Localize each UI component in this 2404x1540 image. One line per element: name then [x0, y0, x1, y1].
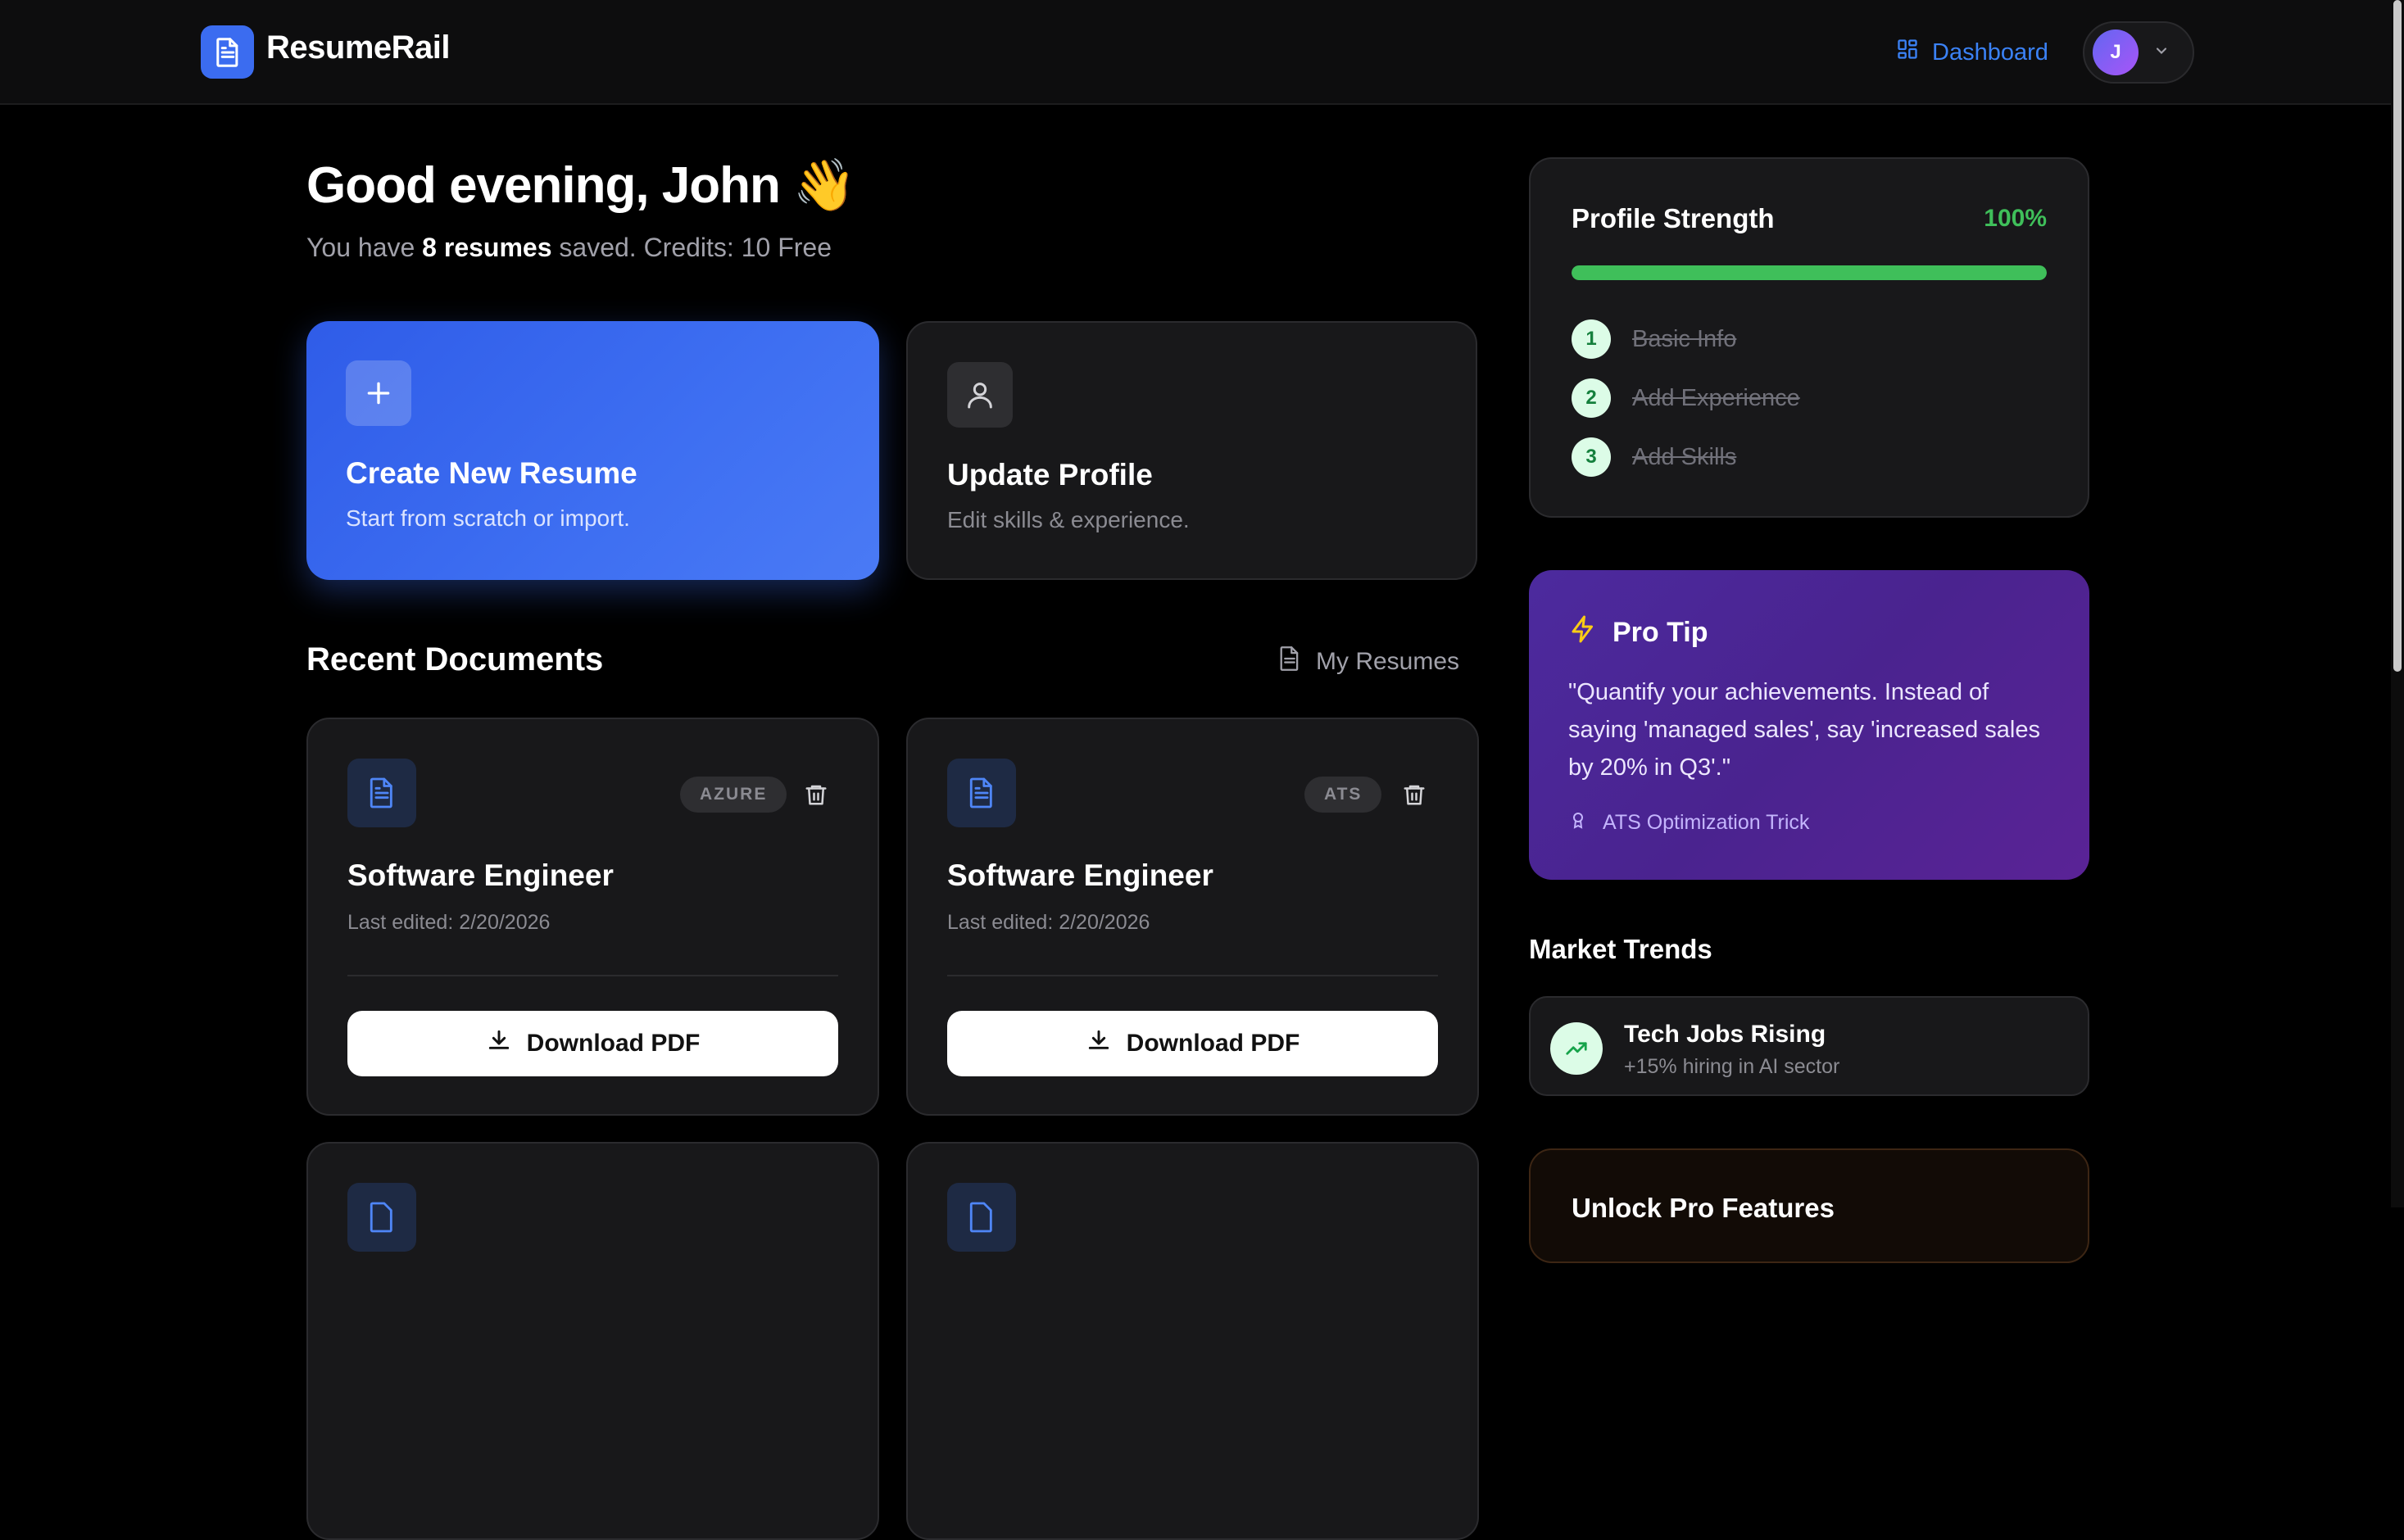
download-pdf-button[interactable]: Download PDF	[947, 1011, 1438, 1076]
document-card[interactable]	[906, 1142, 1479, 1540]
plus-icon	[346, 360, 411, 426]
document-date: Last edited: 2/20/2026	[947, 911, 1150, 934]
user-menu-button[interactable]: J	[2083, 21, 2194, 84]
top-navbar: ResumeRail Dashboard J	[0, 0, 2404, 105]
my-resumes-link[interactable]: My Resumes	[1278, 645, 1459, 678]
create-resume-title: Create New Resume	[346, 456, 637, 490]
divider	[347, 975, 838, 976]
trash-icon[interactable]	[1399, 780, 1429, 809]
checklist-item[interactable]: 1 Basic Info	[1572, 319, 1736, 359]
update-profile-card[interactable]: Update Profile Edit skills & experience.	[906, 321, 1477, 580]
scrollbar-thumb[interactable]	[2393, 0, 2402, 672]
waving-hand-emoji: 👋	[792, 157, 856, 214]
step-label: Basic Info	[1632, 325, 1737, 352]
greeting-subtitle: You have 8 resumes saved. Credits: 10 Fr…	[306, 233, 832, 263]
status-badge: ATS	[1304, 777, 1382, 813]
step-label: Add Experience	[1632, 384, 1800, 411]
download-pdf-button[interactable]: Download PDF	[347, 1011, 838, 1076]
logo-document-icon[interactable]	[201, 25, 254, 79]
pro-tip-quote: "Quantify your achievements. Instead of …	[1568, 679, 2040, 781]
award-icon	[1568, 809, 1588, 836]
trend-subtitle: +15% hiring in AI sector	[1624, 1055, 1840, 1078]
trending-up-icon	[1550, 1022, 1603, 1075]
pro-tip-header: Pro Tip	[1568, 613, 1708, 652]
dashboard-label: Dashboard	[1932, 38, 2048, 66]
checklist-item[interactable]: 2 Add Experience	[1572, 378, 1800, 418]
trend-card[interactable]: Tech Jobs Rising +15% hiring in AI secto…	[1529, 996, 2089, 1096]
update-profile-desc: Edit skills & experience.	[947, 507, 1190, 532]
subtitle-prefix: You have	[306, 233, 423, 262]
brand-name[interactable]: ResumeRail	[266, 29, 450, 66]
resume-count: 8 resumes	[422, 233, 552, 262]
step-number: 3	[1572, 437, 1611, 477]
trend-title: Tech Jobs Rising	[1624, 1021, 1826, 1048]
user-icon	[947, 362, 1013, 428]
document-title: Software Engineer	[347, 858, 614, 892]
step-label: Add Skills	[1632, 443, 1737, 470]
document-card[interactable]: AZURE Software Engineer Last edited: 2/2…	[306, 718, 879, 1116]
profile-strength-title: Profile Strength	[1572, 203, 1775, 233]
step-number: 1	[1572, 319, 1611, 359]
pro-tip-tag-label: ATS Optimization Trick	[1603, 811, 1810, 834]
chevron-down-icon	[2153, 43, 2170, 63]
progress-fill	[1572, 265, 2047, 280]
unlock-pro-title: Unlock Pro Features	[1572, 1193, 1835, 1223]
pro-tip-tag: ATS Optimization Trick	[1568, 809, 1809, 836]
my-resumes-label: My Resumes	[1316, 648, 1460, 675]
document-card[interactable]: ATS Software Engineer Last edited: 2/20/…	[906, 718, 1479, 1116]
checklist-item[interactable]: 3 Add Skills	[1572, 437, 1736, 477]
create-resume-desc: Start from scratch or import.	[346, 505, 630, 531]
document-card[interactable]	[306, 1142, 879, 1540]
profile-strength-percent: 100%	[1984, 205, 2047, 232]
download-label: Download PDF	[526, 1030, 701, 1057]
subtitle-suffix: saved. Credits: 10 Free	[551, 233, 832, 262]
document-icon	[947, 759, 1016, 827]
download-label: Download PDF	[1126, 1030, 1300, 1057]
pro-tip-title: Pro Tip	[1612, 616, 1708, 648]
divider	[947, 975, 1438, 976]
greeting-text: Good evening, John	[306, 157, 781, 214]
dashboard-nav-link[interactable]: Dashboard	[1896, 34, 2048, 70]
market-trends-heading: Market Trends	[1529, 934, 1712, 964]
profile-strength-panel: Profile Strength 100% 1 Basic Info 2 Add…	[1529, 157, 2089, 518]
avatar: J	[2093, 29, 2139, 75]
profile-strength-progress-bar	[1572, 265, 2047, 280]
dashboard-grid-icon	[1896, 38, 1919, 67]
step-number: 2	[1572, 378, 1611, 418]
unlock-pro-card[interactable]: Unlock Pro Features	[1529, 1148, 2089, 1263]
pro-tip-panel: Pro Tip "Quantify your achievements. Ins…	[1529, 570, 2089, 880]
trash-icon[interactable]	[801, 780, 831, 809]
document-icon	[347, 759, 416, 827]
update-profile-title: Update Profile	[947, 458, 1153, 491]
document-date: Last edited: 2/20/2026	[347, 911, 551, 934]
download-icon	[1086, 1027, 1112, 1060]
status-badge: AZURE	[680, 777, 787, 813]
document-icon	[947, 1183, 1016, 1252]
recent-documents-heading: Recent Documents	[306, 641, 604, 677]
document-title: Software Engineer	[947, 858, 1213, 892]
document-icon	[347, 1183, 416, 1252]
file-icon	[1278, 645, 1301, 678]
create-new-resume-card[interactable]: Create New Resume Start from scratch or …	[306, 321, 879, 580]
download-icon	[486, 1027, 512, 1060]
lightning-icon	[1568, 614, 1598, 651]
page-title: Good evening, John 👋	[306, 156, 856, 215]
